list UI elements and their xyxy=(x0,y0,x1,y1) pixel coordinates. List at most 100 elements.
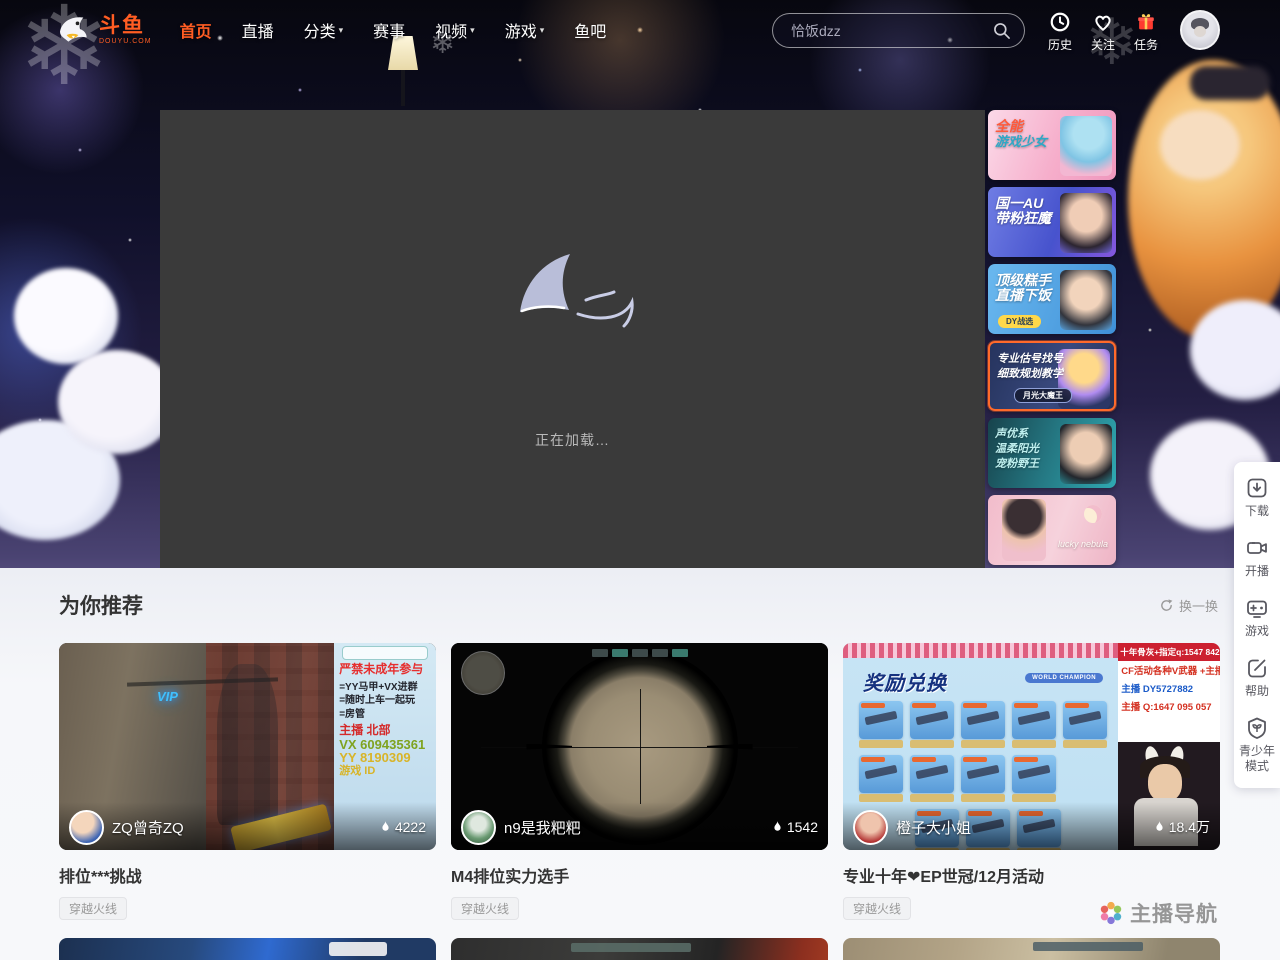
stream-thumbnail[interactable]: n9是我粑粑 1542 xyxy=(451,643,828,850)
section-title: 为你推荐 xyxy=(59,590,143,620)
edit-help-icon xyxy=(1245,656,1269,680)
category-tag[interactable]: 穿越火线 xyxy=(843,897,911,920)
clock-icon xyxy=(1048,10,1072,34)
stream-card-text: 游戏少女 xyxy=(995,134,1047,149)
promo-line: =房管 xyxy=(339,708,432,722)
nav-item-games[interactable]: 游戏▾ xyxy=(505,18,545,42)
teen-mode-icon xyxy=(1245,716,1269,740)
download-button[interactable]: 下载 xyxy=(1236,476,1278,519)
refresh-icon xyxy=(1159,598,1174,613)
viewer-count: 1542 xyxy=(772,819,818,835)
video-player[interactable]: 正在加载… xyxy=(160,110,985,568)
reward-heading: 奖励兑换 xyxy=(863,667,947,696)
gift-icon xyxy=(1134,10,1158,34)
stream-card-text: 专业估号找号 xyxy=(997,352,1063,367)
streamer-name: 橙子大小姐 xyxy=(896,817,971,838)
promo-line: 十年骨灰+指定q:1547 842 623 xyxy=(1118,643,1220,661)
thumbnail-footer: ZQ曾奇ZQ 4222 xyxy=(59,802,436,850)
nav-item-video[interactable]: 视频▾ xyxy=(435,18,475,42)
user-avatar[interactable] xyxy=(1180,10,1220,50)
category-tag[interactable]: 穿越火线 xyxy=(451,897,519,920)
help-button[interactable]: 帮助 xyxy=(1236,656,1278,699)
streamer-avatar[interactable] xyxy=(853,810,888,845)
refresh-button[interactable]: 换一换 xyxy=(1159,596,1218,615)
thumbnail-footer: n9是我粑粑 1542 xyxy=(451,802,828,850)
sidebar-stream-card[interactable]: lucky nebula xyxy=(988,495,1116,565)
stream-card: VIP 严禁未成年参与 =YY马甲+VX进群 =随时上车一起玩 =房管 主播 北… xyxy=(59,643,436,920)
game-center-button[interactable]: 游戏 xyxy=(1236,596,1278,639)
sidebar-stream-card-active[interactable]: 专业估号找号细致规划教学 月光大魔王 xyxy=(988,341,1116,411)
thumbnail-footer: 橙子大小姐 18.4万 xyxy=(843,802,1220,850)
plush-shark-decoration xyxy=(14,268,118,364)
stream-title[interactable]: 专业十年❤EP世冠/12月活动 xyxy=(843,863,1220,887)
history-label: 历史 xyxy=(1048,36,1072,53)
search-icon[interactable] xyxy=(992,21,1012,41)
streamer-name: ZQ曾奇ZQ xyxy=(112,817,184,838)
stream-card-text: 国一AU xyxy=(995,196,1051,211)
stream-thumbnail[interactable] xyxy=(59,938,436,960)
stream-thumbnail-art xyxy=(1060,193,1112,253)
heat-flame-icon xyxy=(1154,820,1165,834)
nav-item-home[interactable]: 首页 xyxy=(180,18,212,42)
streamer-avatar[interactable] xyxy=(69,810,104,845)
category-tag[interactable]: 穿越火线 xyxy=(59,897,127,920)
stream-card-row-partial xyxy=(59,938,1220,960)
stream-card-badge: 月光大魔王 xyxy=(1014,388,1072,403)
brand-name: 斗鱼 xyxy=(99,15,152,36)
follow-label: 关注 xyxy=(1091,36,1115,53)
douyu-home-page: 斗鱼 DOUYU.COM 首页 直播 分类▾ 赛事 视频▾ 游戏▾ 鱼吧 历史 xyxy=(0,0,1280,960)
toolbar-label: 开播 xyxy=(1245,564,1269,579)
search-bar xyxy=(772,13,1025,48)
watermark: 主播导航 xyxy=(1098,898,1218,928)
chevron-down-icon: ▾ xyxy=(339,25,344,36)
stream-card-text: lucky nebula xyxy=(1058,537,1108,552)
sidebar-stream-card[interactable]: 全能游戏少女 xyxy=(988,110,1116,180)
moon-decoration xyxy=(1084,505,1102,523)
teen-mode-button[interactable]: 青少年模式 xyxy=(1236,716,1278,774)
stream-title[interactable]: 排位***挑战 xyxy=(59,863,436,887)
side-toolbar: 下载 开播 游戏 帮助 xyxy=(1234,462,1280,788)
sidebar-stream-card[interactable]: 国一AU带粉狂魔 xyxy=(988,187,1116,257)
toolbar-label: 下载 xyxy=(1245,504,1269,519)
history-button[interactable]: 历史 xyxy=(1048,10,1072,53)
anime-girl-sunglasses-decoration xyxy=(1190,66,1270,100)
promo-line: 严禁未成年参与 xyxy=(339,663,432,677)
stream-card-grid: VIP 严禁未成年参与 =YY马甲+VX进群 =随时上车一起玩 =房管 主播 北… xyxy=(59,643,1220,920)
viewer-count: 18.4万 xyxy=(1154,817,1210,837)
anime-girl-decoration xyxy=(1160,110,1240,180)
stream-card: n9是我粑粑 1542 M4排位实力选手 穿越火线 xyxy=(451,643,828,920)
follow-button[interactable]: 关注 xyxy=(1091,10,1115,53)
streamer-avatar[interactable] xyxy=(461,810,496,845)
stream-card-text: 宠粉野王 xyxy=(995,457,1039,472)
stream-thumbnail[interactable]: VIP 严禁未成年参与 =YY马甲+VX进群 =随时上车一起玩 =房管 主播 北… xyxy=(59,643,436,850)
stream-card-text: 全能 xyxy=(995,119,1047,134)
stream-thumbnail[interactable] xyxy=(451,938,828,960)
sidebar-stream-card[interactable]: 顶级糕手直播下饭 DY战选 xyxy=(988,264,1116,334)
stream-card-text: 顶级糕手 xyxy=(995,273,1051,288)
stream-thumbnail[interactable]: 奖励兑换 WORLD CHAMPION 十年骨灰+指定q:1547 842 62… xyxy=(843,643,1220,850)
pinwheel-icon xyxy=(1098,900,1124,926)
stream-card-text: 带粉狂魔 xyxy=(995,211,1051,226)
nav-item-live[interactable]: 直播 xyxy=(242,18,274,42)
heart-icon xyxy=(1091,10,1115,34)
stream-thumbnail-art xyxy=(1002,499,1046,561)
douyu-logo[interactable]: 斗鱼 DOUYU.COM xyxy=(55,13,152,47)
stream-card-badge: DY战选 xyxy=(998,315,1041,328)
nav-item-categories[interactable]: 分类▾ xyxy=(304,18,344,42)
search-input[interactable] xyxy=(773,23,992,39)
shark-mascot-icon xyxy=(55,13,95,47)
chevron-down-icon: ▾ xyxy=(470,25,475,36)
player-loading: 正在加载… xyxy=(160,250,985,450)
sidebar-stream-card[interactable]: 声优系温柔阳光宠粉野王 xyxy=(988,418,1116,488)
start-stream-button[interactable]: 开播 xyxy=(1236,536,1278,579)
task-label: 任务 xyxy=(1134,36,1158,53)
task-button[interactable]: 任务 xyxy=(1134,10,1158,53)
stream-card: 奖励兑换 WORLD CHAMPION 十年骨灰+指定q:1547 842 62… xyxy=(843,643,1220,920)
stream-thumbnail[interactable] xyxy=(843,938,1220,960)
nav-item-esports[interactable]: 赛事 xyxy=(373,18,405,42)
related-streams-sidebar: 全能游戏少女 国一AU带粉狂魔 顶级糕手直播下饭 DY战选 专业估号找号细致规划… xyxy=(988,110,1116,568)
stream-title[interactable]: M4排位实力选手 xyxy=(451,863,828,887)
promo-line: 主播 DY5727882 xyxy=(1118,679,1220,697)
nav-item-yuba[interactable]: 鱼吧 xyxy=(574,18,606,42)
refresh-label: 换一换 xyxy=(1179,596,1218,615)
